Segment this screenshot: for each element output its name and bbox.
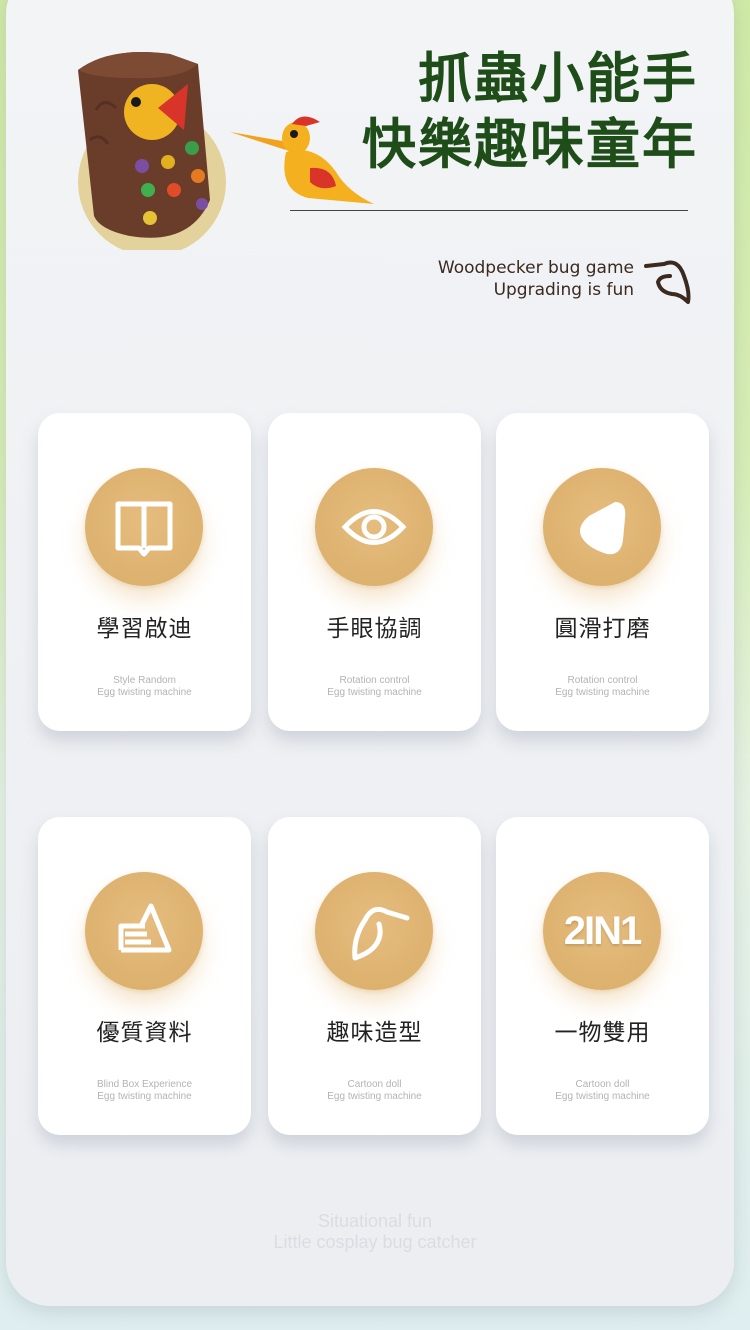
feature-caption: Blind Box Experience — [96, 1079, 193, 1090]
woodpecker-toy-image — [230, 116, 374, 204]
title-divider — [290, 210, 688, 211]
feature-card-material: 優質資料 Blind Box Experience Egg twisting m… — [38, 817, 251, 1135]
feature-caption: Rotation control — [567, 675, 638, 686]
feature-caption: Rotation control — [339, 675, 410, 686]
eye-icon — [315, 468, 433, 586]
feature-title: 學習啟迪 — [96, 616, 193, 642]
hero-subtitle-1: Woodpecker bug game — [437, 258, 634, 278]
footer-line-1: Situational fun — [317, 1211, 433, 1231]
feature-card-design: 趣味造型 Cartoon doll Egg twisting machine — [268, 817, 481, 1135]
feature-title: 一物雙用 — [554, 1020, 651, 1046]
feature-caption: Egg twisting machine — [97, 1091, 192, 1102]
2in1-badge: 2IN1 — [543, 872, 661, 990]
feature-caption: Style Random — [113, 675, 176, 686]
feature-caption: Egg twisting machine — [555, 1091, 650, 1102]
feature-title: 優質資料 — [96, 1020, 193, 1046]
woodpecker-outline-icon — [644, 260, 691, 304]
feature-caption: Egg twisting machine — [97, 687, 192, 698]
document-triangle-icon — [85, 872, 203, 990]
feature-card-learning: 學習啟迪 Style Random Egg twisting machine — [38, 413, 251, 731]
feature-caption: Egg twisting machine — [555, 687, 650, 698]
hero-title-line-1: 抓蟲小能手 — [418, 47, 698, 110]
feature-caption: Cartoon doll — [347, 1079, 402, 1090]
bird-icon — [315, 872, 433, 990]
rounded-triangle-icon — [543, 468, 661, 586]
feature-title: 圓滑打磨 — [554, 616, 651, 642]
hero-title-line-2: 快樂趣味童年 — [362, 113, 698, 176]
book-icon — [85, 468, 203, 586]
feature-title: 手眼協調 — [326, 616, 423, 642]
hero-subtitle-2: Upgrading is fun — [493, 280, 634, 300]
feature-caption: Egg twisting machine — [327, 687, 422, 698]
feature-caption: Egg twisting machine — [327, 1091, 422, 1102]
feature-card-coordination: 手眼協調 Rotation control Egg twisting machi… — [268, 413, 481, 731]
toy-stump-image — [78, 52, 226, 250]
feature-card-2in1: 2IN1 一物雙用 Cartoon doll Egg twisting mach… — [496, 817, 709, 1135]
feature-title: 趣味造型 — [326, 1020, 423, 1046]
feature-caption: Cartoon doll — [575, 1079, 630, 1090]
footer-line-2: Little cosplay bug catcher — [273, 1232, 477, 1252]
badge-text: 2IN1 — [563, 909, 643, 953]
feature-card-smooth: 圓滑打磨 Rotation control Egg twisting machi… — [496, 413, 709, 731]
